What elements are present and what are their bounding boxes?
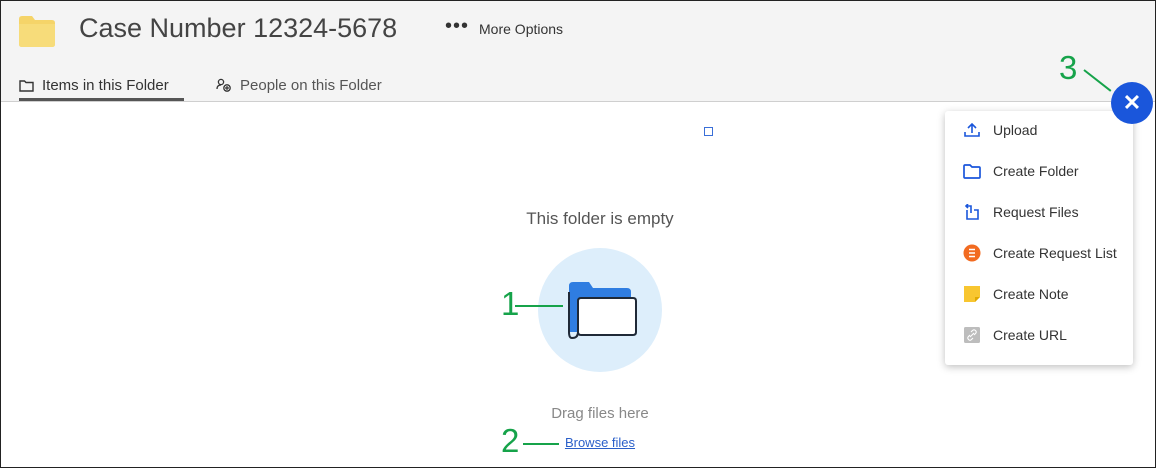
folder-outline-icon bbox=[19, 79, 34, 92]
menu-item-label: Create Folder bbox=[993, 163, 1079, 179]
annotation-2-line bbox=[523, 443, 559, 445]
folder-outline-icon bbox=[963, 162, 981, 180]
empty-state-message-wrap: This folder is empty bbox=[488, 209, 712, 229]
menu-item-create-request-list[interactable]: Create Request List bbox=[963, 244, 1117, 262]
folder-icon bbox=[19, 16, 55, 47]
close-menu-button[interactable]: ✕ bbox=[1111, 82, 1153, 124]
menu-item-upload[interactable]: Upload bbox=[963, 121, 1037, 139]
selection-square-icon bbox=[704, 127, 713, 136]
menu-item-label: Create Note bbox=[993, 286, 1069, 302]
drag-files-text: Drag files here bbox=[551, 405, 649, 422]
annotation-3: 3 bbox=[1059, 49, 1078, 86]
annotation-1-line bbox=[515, 305, 563, 307]
note-icon bbox=[963, 285, 981, 303]
browse-files-link[interactable]: Browse files bbox=[488, 435, 712, 450]
menu-item-label: Request Files bbox=[993, 204, 1079, 220]
empty-folder-icon bbox=[568, 282, 637, 340]
menu-item-create-folder[interactable]: Create Folder bbox=[963, 162, 1079, 180]
tab-people-on-folder[interactable]: People on this Folder bbox=[216, 72, 382, 98]
menu-item-label: Upload bbox=[993, 122, 1038, 138]
request-files-icon bbox=[963, 203, 981, 221]
request-list-icon bbox=[963, 244, 981, 262]
page-title: Case Number 12324-5678 bbox=[79, 13, 398, 43]
folder-header: Case Number 12324-5678 ••• More Options … bbox=[1, 1, 1155, 102]
link-icon bbox=[963, 326, 981, 344]
more-options-label: More Options bbox=[479, 21, 564, 37]
tab-items-in-folder[interactable]: Items in this Folder bbox=[19, 72, 169, 98]
close-icon: ✕ bbox=[1122, 90, 1142, 115]
menu-item-create-note[interactable]: Create Note bbox=[963, 285, 1068, 303]
tab-label: Items in this Folder bbox=[42, 76, 169, 94]
empty-state-message: This folder is empty bbox=[526, 209, 674, 228]
menu-item-request-files[interactable]: Request Files bbox=[963, 203, 1079, 221]
app-window: Case Number 12324-5678 ••• More Options … bbox=[0, 0, 1156, 468]
upload-icon bbox=[963, 121, 981, 139]
more-options-button[interactable]: ••• More Options bbox=[445, 16, 564, 37]
people-add-icon bbox=[216, 78, 231, 92]
annotation-1: 1 bbox=[501, 285, 520, 322]
annotation-2: 2 bbox=[501, 422, 520, 459]
active-tab-indicator bbox=[19, 98, 184, 101]
menu-item-label: Create URL bbox=[993, 327, 1067, 343]
menu-item-label: Create Request List bbox=[993, 245, 1117, 261]
tab-label: People on this Folder bbox=[240, 76, 382, 94]
add-menu: Upload Create Folder Request Files Creat… bbox=[945, 111, 1133, 365]
menu-item-create-url[interactable]: Create URL bbox=[963, 326, 1067, 344]
more-dots-icon: ••• bbox=[445, 15, 470, 37]
